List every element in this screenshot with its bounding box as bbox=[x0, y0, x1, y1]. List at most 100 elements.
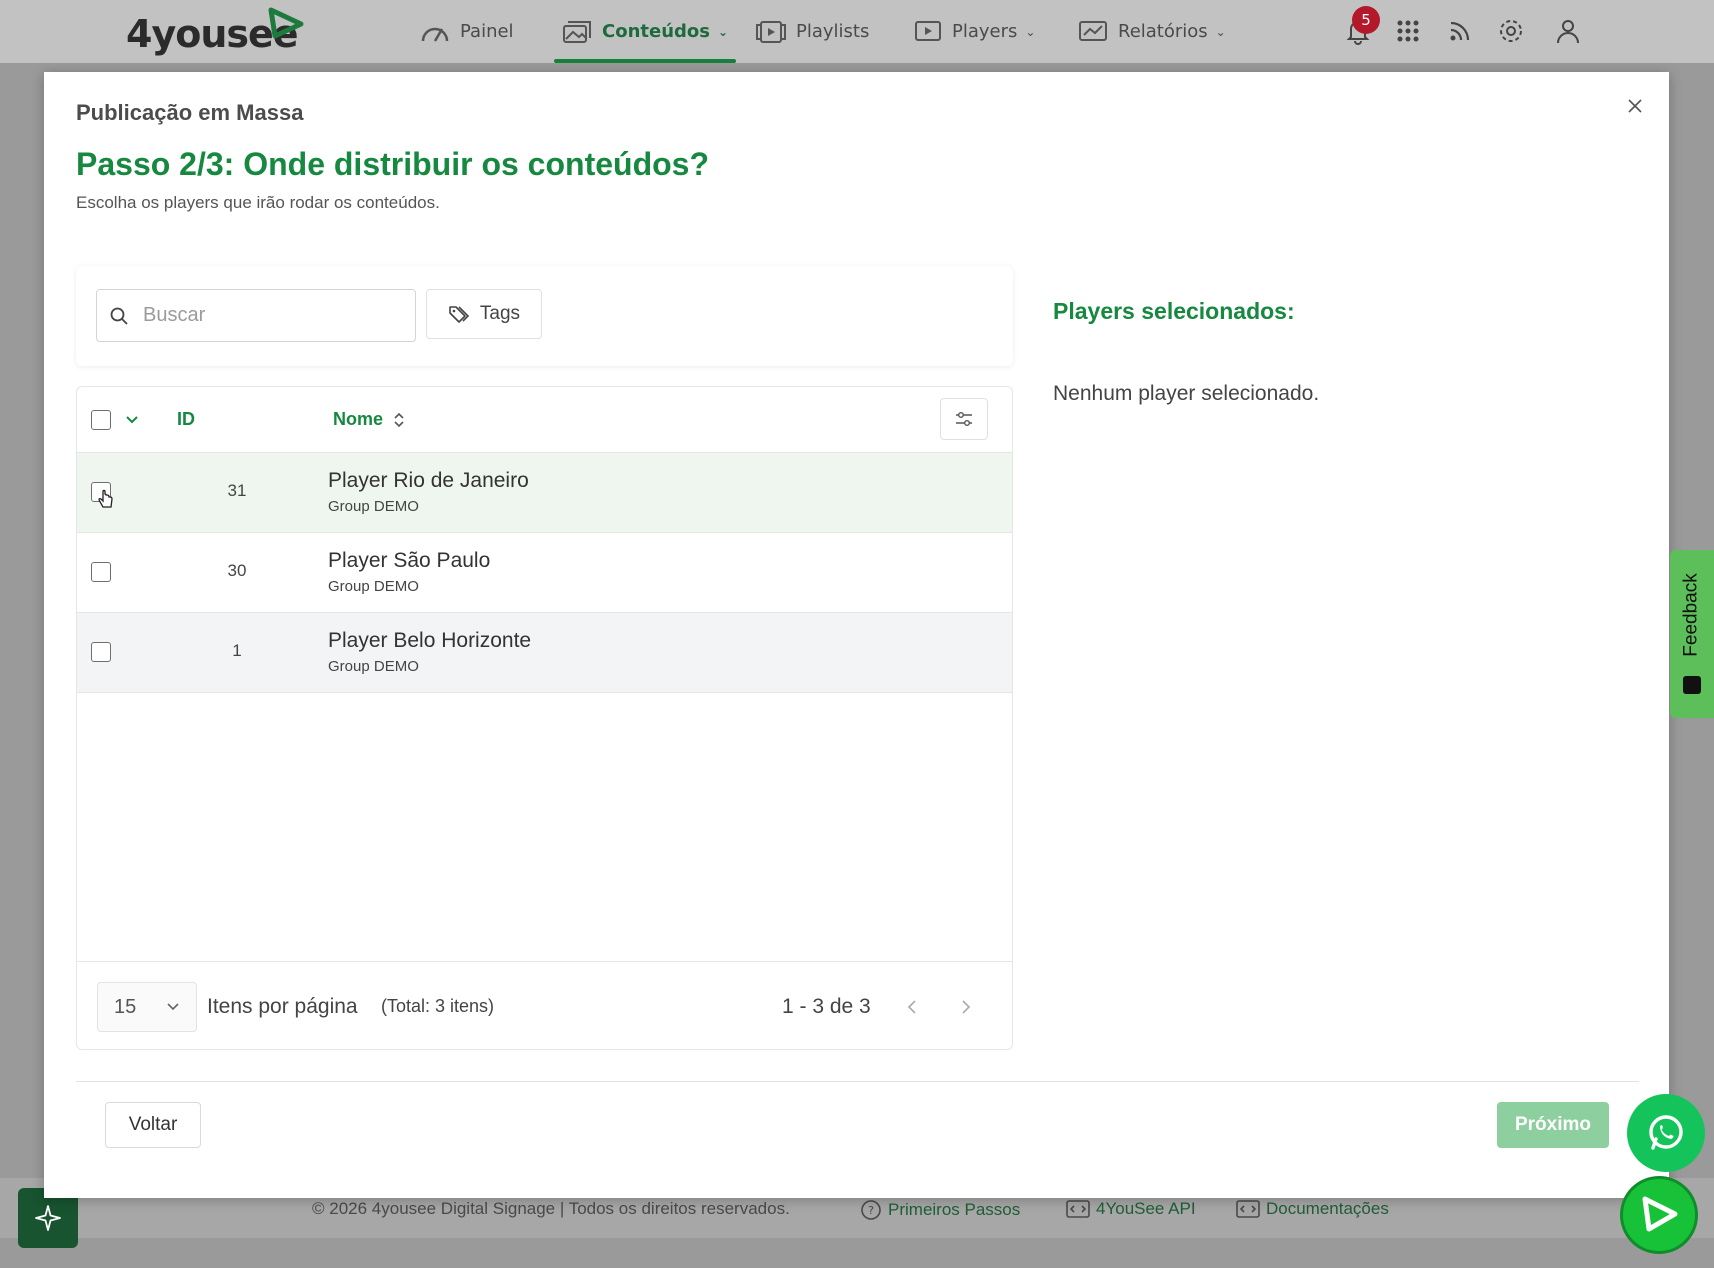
selected-players-empty: Nenhum player selecionado. bbox=[1053, 382, 1320, 405]
nav-label: Conteúdos bbox=[602, 21, 710, 42]
table-header: ID Nome bbox=[77, 387, 1012, 453]
column-settings-button[interactable] bbox=[940, 398, 988, 440]
chevron-down-icon: ⌄ bbox=[1025, 24, 1036, 39]
step-title: Passo 2/3: Onde distribuir os conteúdos? bbox=[76, 146, 709, 182]
nav-conteudos[interactable]: Conteúdos ⌄ bbox=[553, 0, 737, 63]
total-label: (Total: 3 itens) bbox=[381, 996, 495, 1016]
search-box[interactable] bbox=[96, 289, 416, 342]
row-checkbox[interactable] bbox=[91, 642, 111, 662]
per-page-value: 15 bbox=[114, 995, 137, 1018]
smile-icon bbox=[1683, 676, 1701, 694]
cell-group: Group DEMO bbox=[328, 498, 419, 515]
table-row[interactable]: 1 Player Belo Horizonte Group DEMO bbox=[77, 613, 1012, 693]
play-icon bbox=[1642, 1196, 1678, 1232]
sliders-icon bbox=[956, 412, 972, 426]
cell-name: Player São Paulo bbox=[328, 549, 491, 572]
gear-icon[interactable] bbox=[1497, 17, 1525, 45]
chevron-left-icon bbox=[907, 1000, 916, 1014]
cell-name: Player Belo Horizonte bbox=[328, 629, 532, 652]
sparkle-icon bbox=[35, 1205, 61, 1231]
footer-copyright: © 2026 4yousee Digital Signage | Todos o… bbox=[312, 1199, 790, 1218]
column-header-name-label: Nome bbox=[333, 409, 384, 429]
prev-page-button[interactable] bbox=[892, 987, 932, 1027]
code-window-icon bbox=[1236, 1200, 1260, 1218]
step-subtitle: Escolha os players que irão rodar os con… bbox=[76, 193, 440, 212]
gauge-icon bbox=[421, 27, 449, 42]
top-navbar: 4yousee Painel Conteúdos ⌄ Playlists Pla… bbox=[0, 0, 1714, 63]
brand-play-icon bbox=[268, 7, 304, 39]
tags-button[interactable]: Tags bbox=[426, 289, 542, 339]
back-button[interactable]: Voltar bbox=[105, 1102, 201, 1148]
close-icon bbox=[1628, 99, 1642, 113]
row-checkbox[interactable] bbox=[91, 562, 111, 582]
footer-link-api[interactable]: 4YouSee API bbox=[1066, 1199, 1196, 1219]
nav-playlists[interactable]: Playlists bbox=[756, 0, 869, 63]
footer-link-primeiros-passos[interactable]: ? Primeiros Passos bbox=[860, 1199, 1020, 1221]
filter-card: Tags bbox=[76, 266, 1013, 366]
bottom-strip bbox=[0, 1238, 1714, 1268]
notification-badge: 5 bbox=[1352, 6, 1380, 34]
per-page-select[interactable]: 15 bbox=[97, 982, 197, 1032]
nav-players[interactable]: Players ⌄ bbox=[914, 0, 1035, 63]
table-row[interactable]: 30 Player São Paulo Group DEMO bbox=[77, 533, 1012, 613]
cell-group: Group DEMO bbox=[328, 578, 419, 595]
column-header-id[interactable]: ID bbox=[177, 409, 195, 430]
table-row[interactable]: 31 Player Rio de Janeiro Group DEMO bbox=[77, 453, 1012, 533]
chevron-right-icon bbox=[962, 1000, 971, 1014]
feedback-label: Feedback bbox=[1681, 573, 1703, 657]
svg-text:?: ? bbox=[868, 1204, 874, 1217]
help-circle-icon: ? bbox=[861, 1200, 881, 1220]
hand-cursor-icon bbox=[98, 489, 113, 508]
tags-label: Tags bbox=[479, 303, 521, 324]
modal-title: Publicação em Massa bbox=[76, 100, 304, 125]
chevron-down-icon[interactable] bbox=[125, 415, 139, 425]
sort-icon bbox=[394, 412, 404, 427]
player-icon bbox=[915, 20, 941, 41]
footer-link-label: Documentações bbox=[1266, 1199, 1389, 1218]
feedback-tab[interactable]: Feedback bbox=[1670, 550, 1714, 718]
footer-link-label: 4YouSee API bbox=[1096, 1199, 1196, 1218]
apps-grid-icon[interactable] bbox=[1394, 17, 1422, 45]
image-stack-icon bbox=[563, 20, 591, 43]
bulk-publish-modal: Publicação em Massa Passo 2/3: Onde dist… bbox=[44, 72, 1669, 1198]
search-icon bbox=[110, 307, 128, 325]
tag-icon bbox=[449, 306, 470, 323]
nav-label: Painel bbox=[460, 21, 514, 42]
footer-divider bbox=[76, 1081, 1639, 1082]
feedback-label-wrap: Feedback bbox=[1670, 550, 1714, 680]
nav-painel[interactable]: Painel bbox=[420, 0, 514, 63]
nav-label: Players bbox=[952, 21, 1018, 42]
whatsapp-button[interactable] bbox=[1627, 1094, 1705, 1172]
chart-icon bbox=[1079, 20, 1107, 41]
playlist-icon bbox=[756, 20, 786, 43]
whatsapp-icon bbox=[1649, 1115, 1683, 1150]
next-button[interactable]: Próximo bbox=[1497, 1102, 1609, 1148]
footer-link-label: Primeiros Passos bbox=[888, 1200, 1021, 1219]
search-input[interactable] bbox=[143, 304, 393, 327]
close-button[interactable] bbox=[1621, 92, 1649, 120]
chevron-down-icon bbox=[167, 1003, 179, 1011]
cell-group: Group DEMO bbox=[328, 658, 419, 675]
next-page-button[interactable] bbox=[946, 987, 986, 1027]
cell-id: 30 bbox=[227, 561, 247, 580]
selected-players-title: Players selecionados: bbox=[1053, 298, 1295, 324]
nav-relatorios[interactable]: Relatórios ⌄ bbox=[1078, 0, 1226, 63]
nav-label: Playlists bbox=[796, 21, 870, 42]
cell-id: 1 bbox=[232, 641, 242, 660]
table-pagination: 15 Itens por página (Total: 3 itens) 1 -… bbox=[77, 961, 1012, 1049]
cell-name: Player Rio de Janeiro bbox=[328, 469, 529, 492]
select-all-checkbox[interactable] bbox=[91, 410, 111, 430]
column-header-name[interactable]: Nome bbox=[333, 409, 405, 430]
footer-link-docs[interactable]: Documentações bbox=[1236, 1199, 1389, 1219]
chevron-down-icon: ⌄ bbox=[1215, 24, 1226, 39]
cell-id: 31 bbox=[227, 481, 247, 500]
rss-icon[interactable] bbox=[1446, 17, 1474, 45]
user-icon[interactable] bbox=[1554, 17, 1582, 45]
4yousee-launcher-button[interactable] bbox=[1620, 1176, 1698, 1254]
range-label: 1 - 3 de 3 bbox=[782, 995, 871, 1018]
code-window-icon bbox=[1066, 1200, 1090, 1218]
chevron-down-icon: ⌄ bbox=[717, 24, 729, 39]
per-page-label: Itens por página bbox=[207, 995, 358, 1018]
players-table: ID Nome 31 Player Rio de Janeiro Group D… bbox=[76, 386, 1013, 1050]
nav-label: Relatórios bbox=[1118, 21, 1208, 42]
